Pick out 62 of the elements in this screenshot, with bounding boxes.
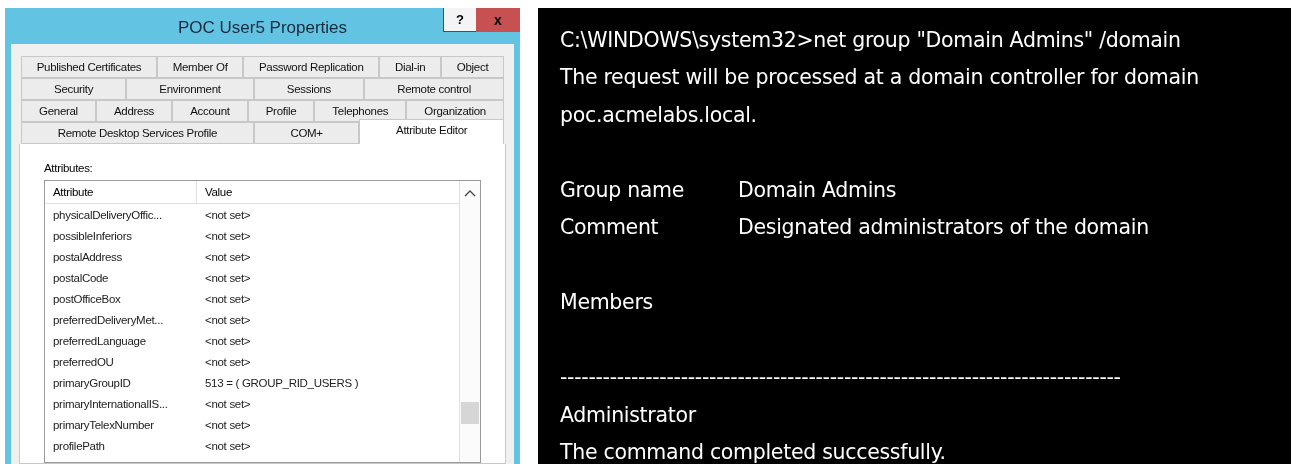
tab[interactable]: Organization bbox=[406, 100, 504, 122]
table-cell-text: <not set> bbox=[204, 229, 252, 242]
table-cell-text: <not set> bbox=[204, 355, 252, 368]
terminal-line: The request will be processed at a domain controller for domain bbox=[560, 65, 1199, 90]
tab[interactable]: Sessions bbox=[253, 78, 365, 100]
tab[interactable]: Password Replication bbox=[243, 56, 380, 78]
tab[interactable]: Profile bbox=[247, 100, 315, 122]
table-cell-text: postOfficeBox bbox=[52, 292, 122, 305]
table-cell-text: <not set> bbox=[204, 292, 252, 305]
table-cell-text: primaryTelexNumber bbox=[52, 418, 155, 431]
terminal-line: poc.acmelabs.local. bbox=[560, 102, 757, 127]
tab[interactable]: General bbox=[21, 100, 96, 122]
tab[interactable]: Address bbox=[95, 100, 173, 122]
column-header[interactable]: Attribute bbox=[45, 181, 197, 203]
table-cell-text: physicalDeliveryOffic... bbox=[52, 208, 163, 221]
terminal-line: Administrator bbox=[560, 402, 696, 427]
table-cell-text: preferredDeliveryMet... bbox=[52, 313, 165, 326]
terminal-line: C:\WINDOWS\system32>net group "Domain Admins" /domain bbox=[560, 27, 1181, 52]
table-cell-text: primaryGroupID bbox=[52, 376, 132, 389]
table-cell-text: <not set> bbox=[204, 208, 252, 221]
table-cell-text: <not set> bbox=[204, 397, 252, 410]
table-cell-text: primaryInternationalIS... bbox=[52, 397, 169, 410]
tab[interactable]: COM+ bbox=[253, 122, 360, 144]
tab[interactable]: Attribute Editor bbox=[359, 119, 504, 144]
table-cell-text: preferredOU bbox=[52, 355, 115, 368]
table-cell-text: <not set> bbox=[204, 313, 252, 326]
table-cell-text: possibleInferiors bbox=[52, 229, 133, 242]
table-cell-text: 513 = ( GROUP_RID_USERS ) bbox=[204, 376, 360, 389]
table-cell-text: <not set> bbox=[204, 271, 252, 284]
tab[interactable]: Security bbox=[21, 78, 127, 100]
terminal-line: Members bbox=[560, 290, 653, 315]
table-cell-text: <not set> bbox=[204, 334, 252, 347]
tab[interactable]: Member Of bbox=[157, 56, 244, 78]
attributes-label: Attributes: bbox=[44, 162, 94, 174]
scroll-up-icon[interactable] bbox=[464, 189, 476, 197]
column-header[interactable]: Value bbox=[197, 181, 459, 203]
scrollbar[interactable] bbox=[459, 181, 480, 462]
field-value: Domain Admins bbox=[738, 177, 897, 202]
table-cell-text: postalAddress bbox=[52, 250, 123, 263]
tab[interactable]: Account bbox=[172, 100, 248, 122]
table-cell-text: postalCode bbox=[52, 271, 110, 284]
window-title: POC User5 Properties bbox=[176, 17, 349, 38]
table-cell-text: <not set> bbox=[204, 250, 252, 263]
field-label: Group name bbox=[560, 177, 686, 202]
tab[interactable]: Environment bbox=[126, 78, 254, 100]
scrollbar-thumb[interactable] bbox=[461, 402, 479, 424]
close-button[interactable]: x bbox=[476, 8, 520, 32]
table-cell-text: preferredLanguage bbox=[52, 334, 147, 347]
help-button[interactable]: ? bbox=[443, 8, 477, 32]
tab[interactable]: Dial-in bbox=[379, 56, 442, 78]
terminal-line: The command completed successfully. bbox=[560, 440, 946, 464]
field-label: Comment bbox=[560, 215, 660, 240]
tab[interactable]: Remote control bbox=[364, 78, 505, 100]
table-cell-text: <not set> bbox=[204, 418, 252, 431]
table-cell-text: profilePath bbox=[52, 439, 106, 452]
tab[interactable]: Telephones bbox=[314, 100, 407, 122]
terminal-line: ------------------------------------------------------------------------------- bbox=[560, 365, 1121, 390]
tab[interactable]: Published Certificates bbox=[21, 56, 158, 78]
tab[interactable]: Object bbox=[441, 56, 504, 78]
table-cell-text: <not set> bbox=[204, 439, 252, 452]
tab[interactable]: Remote Desktop Services Profile bbox=[21, 122, 254, 144]
field-value: Designated administrators of the domain bbox=[738, 215, 1149, 240]
